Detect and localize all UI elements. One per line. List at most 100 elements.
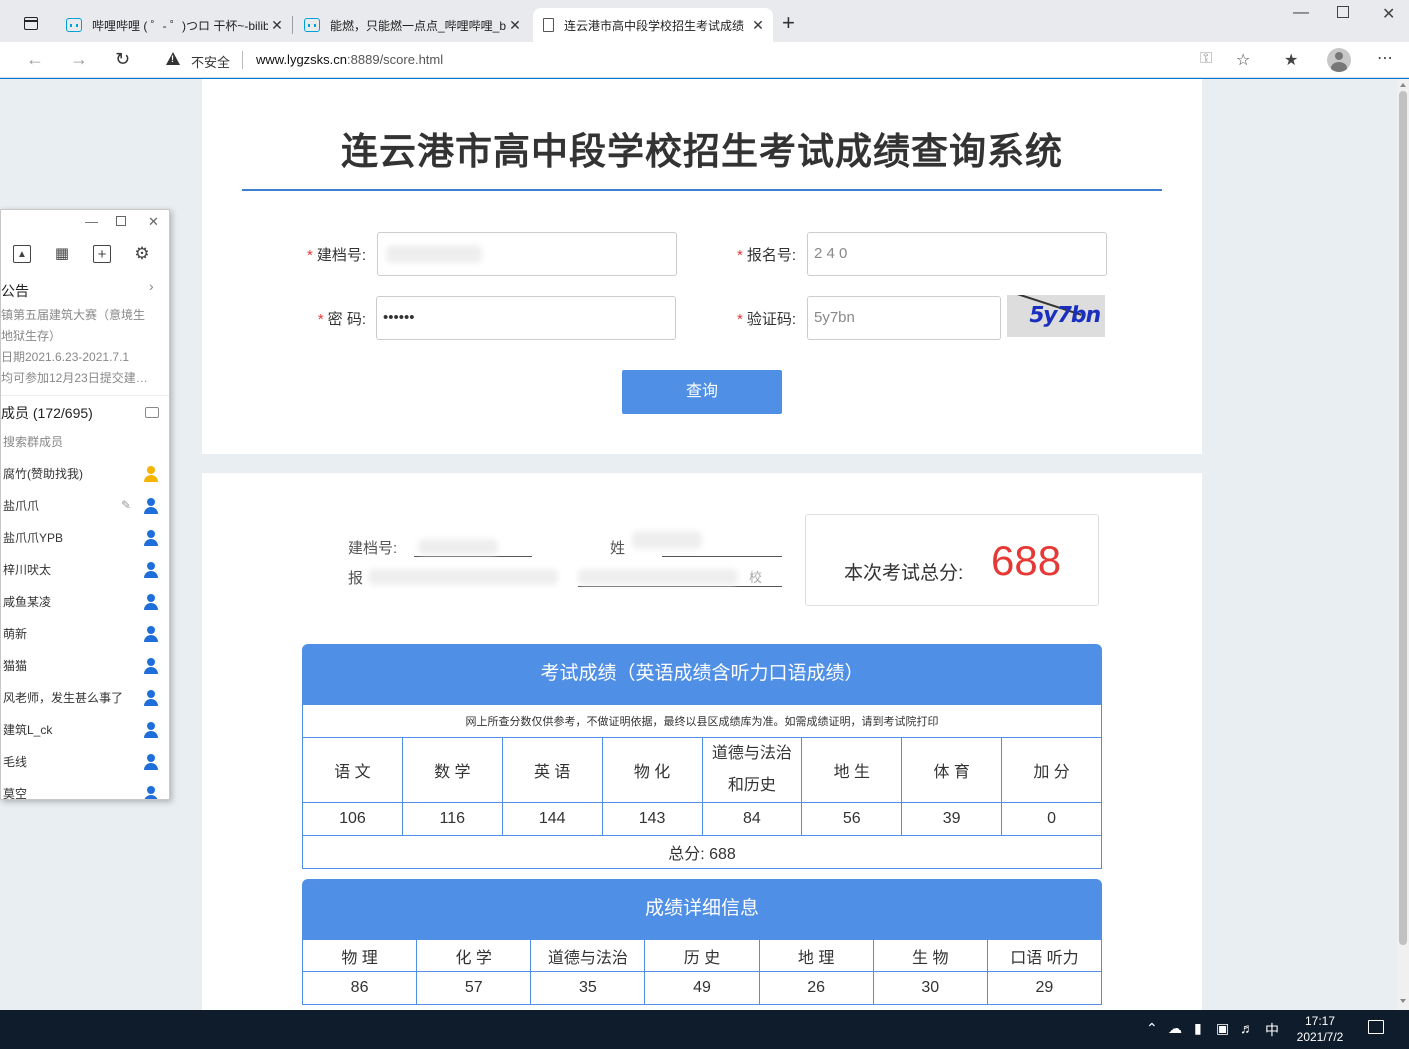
registration-input[interactable]: 2 4 0 xyxy=(807,232,1107,276)
total-score-label: 本次考试总分: xyxy=(844,563,964,584)
col-geography: 地 理 xyxy=(758,939,874,972)
image-icon[interactable]: ▲ xyxy=(13,245,31,263)
info-reg-label: 报 xyxy=(348,570,364,587)
profile-avatar[interactable] xyxy=(1327,48,1351,72)
captcha-input[interactable]: 5y7bn xyxy=(807,296,1001,340)
url-field[interactable]: www.lygzsks.cn:8889/score.html xyxy=(256,52,443,67)
details-value-row: 86 57 35 49 26 30 29 xyxy=(301,971,1103,1005)
member-item[interactable]: 盐爪爪YPB xyxy=(3,529,163,549)
col-pe: 体 育 xyxy=(901,737,1003,803)
val-chemistry: 57 xyxy=(416,971,532,1005)
person-icon xyxy=(143,626,159,642)
url-path: :8889/score.html xyxy=(347,52,444,67)
add-icon[interactable]: + xyxy=(93,245,111,263)
scroll-down-icon[interactable] xyxy=(1400,999,1406,1003)
member-message-icon[interactable] xyxy=(145,407,159,418)
col-morality: 道德与法治 xyxy=(530,939,646,972)
member-search-input[interactable]: 搜索群成员 xyxy=(3,433,63,450)
tab-score-query[interactable]: 连云港市高中段学校招生考试成绩 ✕ xyxy=(533,8,773,42)
scroll-thumb[interactable] xyxy=(1399,91,1407,945)
member-item[interactable]: 莫空 xyxy=(3,785,163,799)
board-line: 镇第五届建筑大赛（意境生 xyxy=(1,308,146,322)
insecure-label[interactable]: 不安全 xyxy=(191,52,230,71)
add-favorite-icon[interactable]: ☆ xyxy=(1236,50,1250,70)
val-math: 116 xyxy=(401,802,503,836)
forward-icon[interactable]: → xyxy=(70,49,88,70)
col-chinese: 语 文 xyxy=(302,737,403,803)
col-morality-history: 道德与法治和历史 xyxy=(701,737,803,803)
address-bar: ← → ↻ 不安全 www.lygzsks.cn:8889/score.html… xyxy=(0,42,1409,78)
close-tab-icon[interactable]: ✕ xyxy=(268,17,286,34)
tab-divider xyxy=(292,16,293,34)
clock[interactable]: 17:17 2021/7/2 xyxy=(1292,1013,1348,1045)
member-item[interactable]: 毛线 xyxy=(3,753,163,773)
refresh-icon[interactable]: ↻ xyxy=(115,49,130,70)
browser-tab-bar: 哔哩哔哩 ( ゜- ゜)つロ 干杯~-bilibi ✕ 能燃，只能燃一点点_哔哩… xyxy=(0,0,1409,42)
close-tab-icon[interactable]: ✕ xyxy=(506,17,524,34)
details-table: 物 理 化 学 道德与法治 历 史 地 理 生 物 口语 听力 86 57 35… xyxy=(301,939,1103,1005)
member-item[interactable]: 猫猫 xyxy=(3,657,163,677)
scores-heading: 考试成绩（英语成绩含听力口语成绩） xyxy=(302,644,1102,704)
scores-value-row: 106 116 144 143 84 56 39 0 xyxy=(302,802,1102,836)
tab-bilibili-video[interactable]: 能燃，只能燃一点点_哔哩哔哩_bi ✕ xyxy=(294,8,530,42)
key-icon[interactable]: ⚿ xyxy=(1200,50,1212,68)
board-title[interactable]: 公告 xyxy=(1,281,29,301)
tab-bilibili-home[interactable]: 哔哩哔哩 ( ゜- ゜)つロ 干杯~-bilibi ✕ xyxy=(56,8,292,42)
qq-maximize-icon[interactable] xyxy=(116,216,126,226)
bilibili-icon xyxy=(304,18,320,32)
chevron-right-icon[interactable]: › xyxy=(149,278,154,294)
scores-table: 网上所查分数仅供参考，不做证明依据，最终以县区成绩库为准。如需成绩证明，请到考试… xyxy=(302,704,1102,869)
chevron-up-icon[interactable]: ⌃ xyxy=(1146,1020,1158,1037)
ime-indicator[interactable]: 中 xyxy=(1265,1020,1279,1040)
col-physics-chemistry: 物 化 xyxy=(601,737,703,803)
cloud-icon[interactable]: ☁ xyxy=(1168,1020,1182,1037)
member-item[interactable]: 腐竹(赞助找我) xyxy=(3,465,163,485)
microphone-icon[interactable]: ▮ xyxy=(1194,1020,1202,1037)
person-icon xyxy=(143,466,159,482)
archive-input[interactable] xyxy=(377,232,677,276)
close-window-icon[interactable]: ✕ xyxy=(1382,4,1395,24)
apps-grid-icon[interactable]: ▦ xyxy=(53,245,71,263)
tab-actions-icon[interactable] xyxy=(24,17,38,30)
password-input[interactable]: •••••• xyxy=(376,296,676,340)
member-item[interactable]: 梓川吠太 xyxy=(3,561,163,581)
captcha-image[interactable]: 5y7bn xyxy=(1007,295,1105,337)
tab-title: 能燃，只能燃一点点_哔哩哔哩_bi xyxy=(330,18,506,33)
person-icon xyxy=(143,530,159,546)
maximize-icon[interactable] xyxy=(1337,6,1349,18)
val-history: 49 xyxy=(644,971,760,1005)
col-english: 英 语 xyxy=(501,737,603,803)
back-icon[interactable]: ← xyxy=(26,49,44,70)
notification-icon[interactable] xyxy=(1368,1020,1384,1034)
page-viewport: 连云港市高中段学校招生考试成绩查询系统 * 建档号: * 报名号: 2 4 0 * 密… xyxy=(0,79,1397,1010)
page-scrollbar[interactable] xyxy=(1397,79,1409,1010)
col-history: 历 史 xyxy=(644,939,760,972)
warning-icon[interactable] xyxy=(166,52,180,65)
member-item[interactable]: 咸鱼某凌 xyxy=(3,593,163,613)
settings-gear-icon[interactable]: ⚙ xyxy=(133,245,151,263)
close-tab-icon[interactable]: ✕ xyxy=(749,17,767,34)
person-icon xyxy=(143,786,159,799)
more-menu-icon[interactable]: ⋯ xyxy=(1377,48,1393,68)
info-reg-value xyxy=(368,567,558,587)
volume-icon[interactable]: ♬ xyxy=(1240,1020,1254,1036)
member-item[interactable]: 盐爪爪 ✎ xyxy=(3,497,163,517)
qq-close-icon[interactable]: ✕ xyxy=(148,214,159,230)
minimize-icon[interactable]: — xyxy=(1293,4,1309,22)
qq-minimize-icon[interactable]: — xyxy=(85,214,98,229)
member-item[interactable]: 风老师，发生甚么事了 xyxy=(3,689,163,709)
member-item[interactable]: 萌新 xyxy=(3,625,163,645)
col-bonus: 加 分 xyxy=(1001,737,1102,803)
scroll-up-icon[interactable] xyxy=(1400,83,1406,87)
favorites-icon[interactable]: ★ xyxy=(1284,50,1298,70)
info-name-label: 姓 xyxy=(610,540,626,557)
new-tab-button[interactable]: + xyxy=(782,12,795,34)
qq-group-panel: — ✕ ▲ ▦ + ⚙ 公告 › 镇第五届建筑大赛（意境生 地狱生存） 日期20… xyxy=(0,209,170,800)
network-icon[interactable]: ▣ xyxy=(1216,1020,1229,1037)
query-button[interactable]: 查询 xyxy=(622,370,782,414)
member-item[interactable]: 建筑L_ck xyxy=(3,721,163,741)
person-icon xyxy=(143,594,159,610)
board-line: 均可参加12月23日提交建… xyxy=(1,371,148,385)
tab-title: 哔哩哔哩 ( ゜- ゜)つロ 干杯~-bilibi xyxy=(92,18,268,33)
clock-date: 2021/7/2 xyxy=(1296,1030,1344,1044)
